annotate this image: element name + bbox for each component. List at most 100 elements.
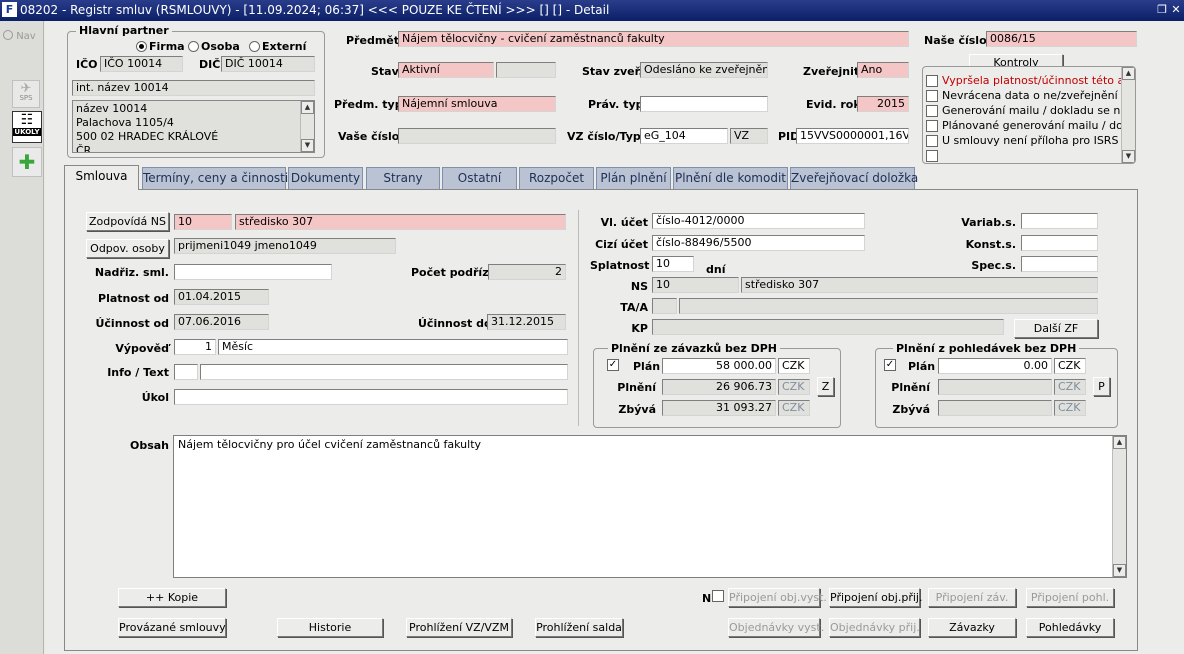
obsah-textarea[interactable]: Nájem tělocvičny pro účel cvičení zaměst… [173, 435, 1127, 578]
kontrola-checkbox-2[interactable] [926, 90, 938, 102]
ucinnost-do-field[interactable]: 31.12.2015 [487, 314, 566, 330]
zavazky-plan-field[interactable]: 58 000.00 [662, 358, 776, 374]
kontrola-checkbox-4[interactable] [926, 120, 938, 132]
predm-typ-field[interactable]: Nájemní smlouva [398, 96, 556, 112]
ukol-field[interactable] [174, 389, 568, 405]
zavazky-plneni-field[interactable]: 26 906.73 [662, 379, 776, 395]
restore-window-icon[interactable]: ❐ [1156, 3, 1168, 16]
pohledavky-plneni-field[interactable] [938, 379, 1052, 395]
radio-firma[interactable] [136, 41, 147, 52]
ico-field[interactable]: IČO 10014 [100, 56, 183, 72]
kp-field[interactable] [652, 319, 1004, 335]
zavazky-plan-checkbox[interactable]: ✓ [607, 359, 619, 371]
objednavky-vyst-button[interactable]: Objednávky vyst. [728, 618, 824, 637]
dalsi-zf-button[interactable]: Další ZF [1014, 319, 1098, 338]
historie-button[interactable]: Historie [277, 618, 383, 637]
ukoly-button[interactable]: ☷ ÚKOLY [12, 111, 42, 143]
ns-code-field[interactable]: 10 [174, 214, 232, 230]
zavazky-button[interactable]: Závazky [928, 618, 1016, 637]
ucinnost-od-field[interactable]: 07.06.2016 [174, 314, 269, 330]
scroll-down-icon[interactable]: ▼ [1122, 150, 1135, 163]
scroll-down-icon[interactable]: ▼ [1113, 564, 1126, 577]
vypoved-num-field[interactable]: 1 [174, 339, 216, 355]
odpov-osoby-button[interactable]: Odpov. osoby [86, 239, 169, 258]
cizi-ucet-field[interactable]: číslo-88496/5500 [652, 235, 865, 251]
stav-extra-field[interactable] [496, 62, 556, 78]
n-checkbox[interactable] [712, 590, 724, 602]
taa-field[interactable] [679, 298, 1098, 314]
odpov-osoby-field[interactable]: prijmeni1049 jmeno1049 [174, 238, 396, 254]
evid-rok-field[interactable]: 2015 [857, 96, 909, 112]
nase-cislo-field[interactable]: 0086/15 [986, 31, 1137, 47]
kontroly-scrollbar[interactable]: ▲ ▼ [1121, 67, 1135, 163]
pohledavky-zbyva-field[interactable] [938, 400, 1052, 416]
tab-terminy[interactable]: Termíny, ceny a činnosti [142, 167, 288, 189]
ns-name-field[interactable]: středisko 307 [235, 214, 566, 230]
vz-typ-field[interactable]: VZ [730, 128, 768, 144]
splatnost-field[interactable]: 10 [652, 256, 694, 272]
kontrola-checkbox-1[interactable] [926, 75, 938, 87]
scroll-down-icon[interactable]: ▼ [301, 139, 314, 152]
ns2-code-field[interactable]: 10 [652, 277, 739, 293]
int-name-field[interactable]: int. název 10014 [72, 80, 315, 96]
scroll-up-icon[interactable]: ▲ [301, 101, 314, 114]
pohledavky-plan-currency[interactable]: CZK [1054, 358, 1086, 374]
pohledavky-plneni-currency[interactable]: CZK [1054, 379, 1086, 395]
stav-zver-field[interactable]: Odesláno ke zveřejnění [640, 62, 768, 78]
tab-zverejnovaci-dolozka[interactable]: Zveřejňovací doložka [790, 167, 918, 189]
pid-field[interactable]: 15VVS0000001,16VV [796, 128, 909, 144]
vz-cislo-field[interactable]: eG_104 [640, 128, 728, 144]
close-window-icon[interactable]: ✕ [1170, 3, 1182, 16]
tab-ostatni[interactable]: Ostatní [442, 167, 517, 189]
tab-dokumenty[interactable]: Dokumenty [288, 167, 363, 189]
pohledavky-zbyva-currency[interactable]: CZK [1054, 400, 1086, 416]
tab-plneni-dle-komodit[interactable]: Plnění dle komodit [673, 167, 788, 189]
tab-rozpocet[interactable]: Rozpočet [519, 167, 594, 189]
nav-toggle[interactable]: Nav [3, 30, 36, 42]
predmet-field[interactable]: Nájem tělocvičny - cvičení zaměstnanců f… [398, 31, 909, 47]
kopie-button[interactable]: ++ Kopie [118, 588, 226, 607]
konst-field[interactable] [1021, 235, 1098, 251]
prav-typ-field[interactable] [640, 96, 768, 112]
zavazky-zbyva-currency[interactable]: CZK [778, 400, 810, 416]
address-scrollbar[interactable]: ▲ ▼ [300, 101, 314, 152]
zavazky-plneni-currency[interactable]: CZK [778, 379, 810, 395]
obsah-scrollbar[interactable]: ▲ ▼ [1112, 436, 1126, 577]
vase-cislo-field[interactable] [398, 128, 556, 144]
kontrola-checkbox-5[interactable] [926, 135, 938, 147]
address-box[interactable]: název 10014 Palachova 1105/4 500 02 HRAD… [72, 100, 315, 153]
zodpovida-ns-button[interactable]: Zodpovídá NS [86, 212, 169, 231]
platnost-od-field[interactable]: 01.04.2015 [174, 289, 269, 305]
ns2-name-field[interactable]: středisko 307 [741, 277, 1098, 293]
zavazky-z-button[interactable]: Z [817, 377, 834, 396]
zavazky-zbyva-field[interactable]: 31 093.27 [662, 400, 776, 416]
zavazky-plan-currency[interactable]: CZK [778, 358, 810, 374]
variab-field[interactable] [1021, 213, 1098, 229]
vl-ucet-field[interactable]: číslo-4012/0000 [652, 213, 865, 229]
prohlizeni-salda-button[interactable]: Prohlížení salda [535, 618, 623, 637]
kontrola-checkbox-6[interactable] [926, 150, 938, 162]
nadriz-field[interactable] [174, 264, 332, 280]
pripojeni-zav-button[interactable]: Připojení záv. [928, 588, 1016, 607]
scroll-up-icon[interactable]: ▲ [1113, 436, 1126, 449]
prohlizeni-vz-button[interactable]: Prohlížení VZ/VZM [406, 618, 512, 637]
vypoved-unit-field[interactable]: Měsíc [218, 339, 568, 355]
pohledavky-button[interactable]: Pohledávky [1026, 618, 1114, 637]
new-document-button[interactable]: ✚ [12, 147, 42, 177]
spec-field[interactable] [1021, 256, 1098, 272]
taa-code-field[interactable] [652, 298, 677, 314]
info-code-field[interactable] [174, 364, 198, 380]
pocet-podriz-field[interactable]: 2 [488, 264, 566, 280]
tab-smlouva[interactable]: Smlouva [64, 165, 139, 190]
pripojeni-obj-prij-button[interactable]: Připojení obj.přij. [829, 588, 922, 607]
pohledavky-plan-checkbox[interactable]: ✓ [884, 359, 896, 371]
tab-plan-plneni[interactable]: Plán plnění [596, 167, 671, 189]
stav-field[interactable]: Aktivní [398, 62, 494, 78]
scroll-up-icon[interactable]: ▲ [1122, 67, 1135, 80]
objednavky-prij-button[interactable]: Objednávky přij. [829, 618, 920, 637]
sps-button[interactable]: ✈ SPS [12, 80, 40, 108]
info-text-field[interactable] [200, 364, 568, 380]
dic-field[interactable]: DIČ 10014 [221, 56, 315, 72]
radio-osoba[interactable] [188, 41, 199, 52]
pohledavky-p-button[interactable]: P [1093, 377, 1110, 396]
